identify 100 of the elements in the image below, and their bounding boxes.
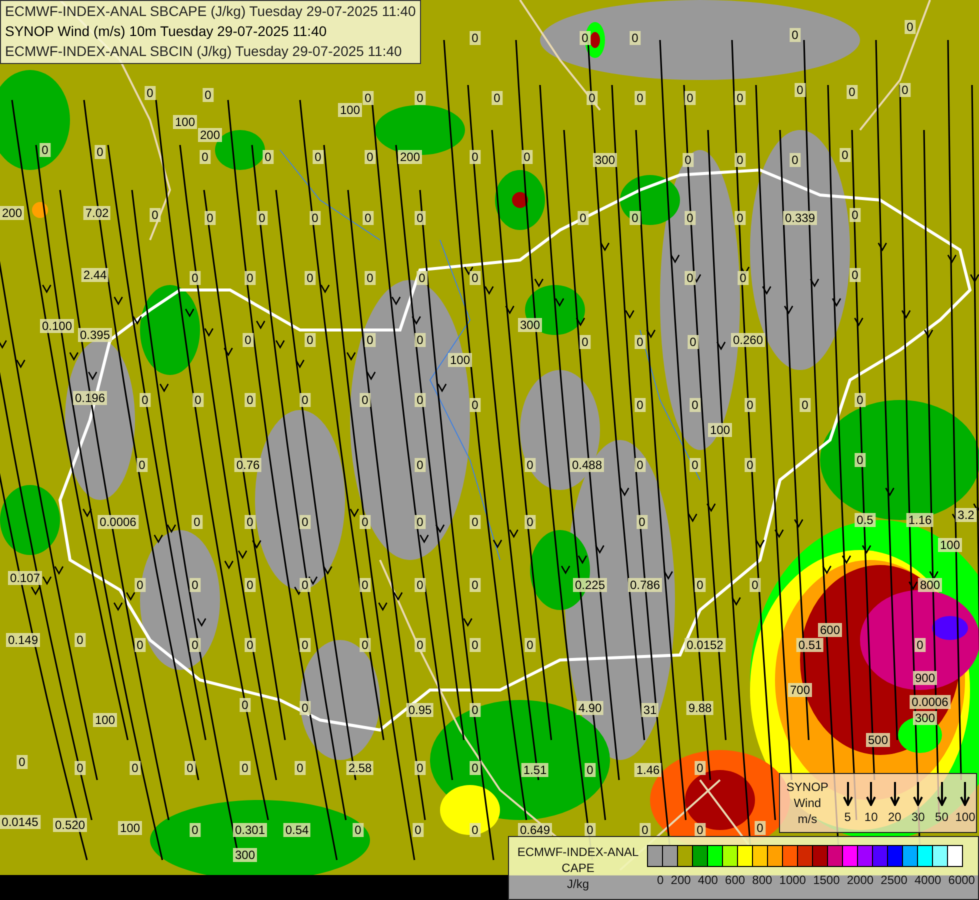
- contour-label: 0: [754, 821, 766, 835]
- contour-label: 500: [866, 733, 890, 747]
- contour-label: 0.260: [730, 333, 766, 347]
- contour-label: 0: [914, 638, 926, 652]
- down-arrow-icon: [842, 782, 853, 806]
- title-line: SYNOP Wind (m/s) 10m Tuesday 29-07-2025 11:40: [5, 22, 328, 41]
- contour-label: 0: [492, 91, 502, 105]
- contour-label: 0: [414, 578, 426, 592]
- contour-label: 0: [414, 761, 426, 775]
- contour-label: 0.54: [283, 823, 311, 837]
- contour-label: 0: [74, 761, 86, 775]
- contour-label: 0.301: [232, 823, 268, 837]
- contour-label: 0: [630, 31, 640, 45]
- contour-label: 0: [734, 211, 746, 225]
- contour-label: 0: [684, 271, 696, 285]
- contour-label: 0.95: [406, 703, 434, 717]
- scale-tick-label: 1500: [813, 873, 840, 887]
- contour-label: 0: [524, 515, 536, 529]
- contour-label: 0: [414, 91, 426, 105]
- contour-label: 200: [398, 150, 422, 164]
- contour-label: 0.0145: [0, 815, 40, 829]
- scale-tick-label: 4000: [914, 873, 942, 887]
- down-arrow-icon: [890, 782, 900, 806]
- contour-label: 0: [190, 638, 200, 652]
- contour-label: 0: [630, 211, 640, 225]
- scale-tick-label: 800: [752, 873, 772, 887]
- contour-label: 0: [300, 701, 310, 715]
- contour-label: 100: [448, 353, 472, 367]
- contour-label: 0: [360, 515, 370, 529]
- contour-label: 0: [190, 823, 200, 837]
- contour-label: 0.488: [570, 458, 604, 472]
- contour-label: 0.0006: [910, 695, 950, 709]
- contour-label: 0: [634, 91, 646, 105]
- contour-label: 600: [818, 623, 842, 637]
- contour-label: 0: [522, 150, 532, 164]
- contour-label: 2.58: [346, 761, 374, 775]
- contour-label: 900: [912, 671, 938, 685]
- contour-label: 0: [256, 211, 268, 225]
- contour-label: 800: [918, 578, 942, 592]
- contour-label: 0.395: [78, 328, 112, 342]
- contour-label: 0: [300, 638, 310, 652]
- contour-label: 0.649: [518, 823, 552, 837]
- contour-label: 0: [586, 91, 598, 105]
- contour-label: 300: [912, 711, 938, 725]
- contour-label: 0: [800, 398, 810, 412]
- contour-label: 0.0152: [684, 638, 726, 652]
- contour-label: 0: [136, 458, 148, 472]
- contour-label: 7.02: [83, 206, 111, 220]
- contour-label: 0: [524, 458, 536, 472]
- contour-label: 0.107: [8, 571, 42, 585]
- legend-text: CAPE: [562, 860, 594, 876]
- speed-label: 20: [888, 810, 902, 824]
- contour-label: 0: [300, 393, 310, 407]
- contour-label: 0: [134, 578, 146, 592]
- contour-label: 0: [192, 393, 204, 407]
- contour-label: 0: [304, 271, 316, 285]
- contour-label: 0: [262, 150, 274, 164]
- down-arrow-icon: [866, 782, 876, 806]
- contour-label: 0: [750, 578, 760, 592]
- contour-label: 0: [580, 31, 590, 45]
- contour-label: 0: [312, 150, 324, 164]
- contour-label: 0: [790, 28, 800, 42]
- contour-label: 0: [310, 211, 320, 225]
- contour-label: 0: [850, 208, 860, 222]
- contour-label: 0: [584, 763, 596, 777]
- contour-label: 4.90: [576, 701, 604, 715]
- contour-label: 0: [360, 393, 370, 407]
- speed-label: 10: [864, 810, 878, 824]
- contour-label: 0: [244, 393, 256, 407]
- contour-label: 0: [360, 578, 370, 592]
- contour-label: 0: [240, 761, 250, 775]
- scale-tick-label: 6000: [948, 873, 975, 887]
- contour-label: 0.149: [6, 633, 40, 647]
- contour-label: 100: [172, 115, 198, 129]
- contour-label: 0: [190, 271, 200, 285]
- contour-label: 0: [734, 153, 746, 167]
- contour-label: 0: [694, 578, 706, 592]
- contour-label: 0: [470, 515, 480, 529]
- contour-label: 0: [744, 398, 756, 412]
- contour-label: 0: [74, 633, 86, 647]
- contour-label: 0: [794, 83, 806, 97]
- contour-label: 0: [846, 85, 858, 99]
- legend-text: ECMWF-INDEX-ANAL: [517, 844, 639, 860]
- contour-label: 0: [294, 761, 306, 775]
- contour-label: 0: [134, 638, 146, 652]
- contour-label: 0: [690, 458, 700, 472]
- contour-label: 0: [304, 333, 316, 347]
- contour-label: 300: [232, 848, 258, 862]
- legend-text: m/s: [798, 811, 818, 827]
- contour-label: 0: [200, 150, 210, 164]
- contour-label: 300: [518, 318, 542, 332]
- contour-label: 0: [414, 458, 426, 472]
- contour-label: 0: [684, 91, 696, 105]
- contour-label: 0: [244, 638, 256, 652]
- title-line: ECMWF-INDEX-ANAL SBCIN (J/kg) Tuesday 29-07-2025 11:40: [5, 42, 403, 61]
- contour-label: 0: [40, 143, 50, 157]
- contour-label: 1.16: [906, 513, 934, 527]
- title-line: ECMWF-INDEX-ANAL SBCAPE (J/kg) Tuesday 29-07-2025 11:40: [5, 2, 416, 21]
- contour-label: 1.51: [521, 763, 549, 777]
- contour-label: 0: [470, 398, 480, 412]
